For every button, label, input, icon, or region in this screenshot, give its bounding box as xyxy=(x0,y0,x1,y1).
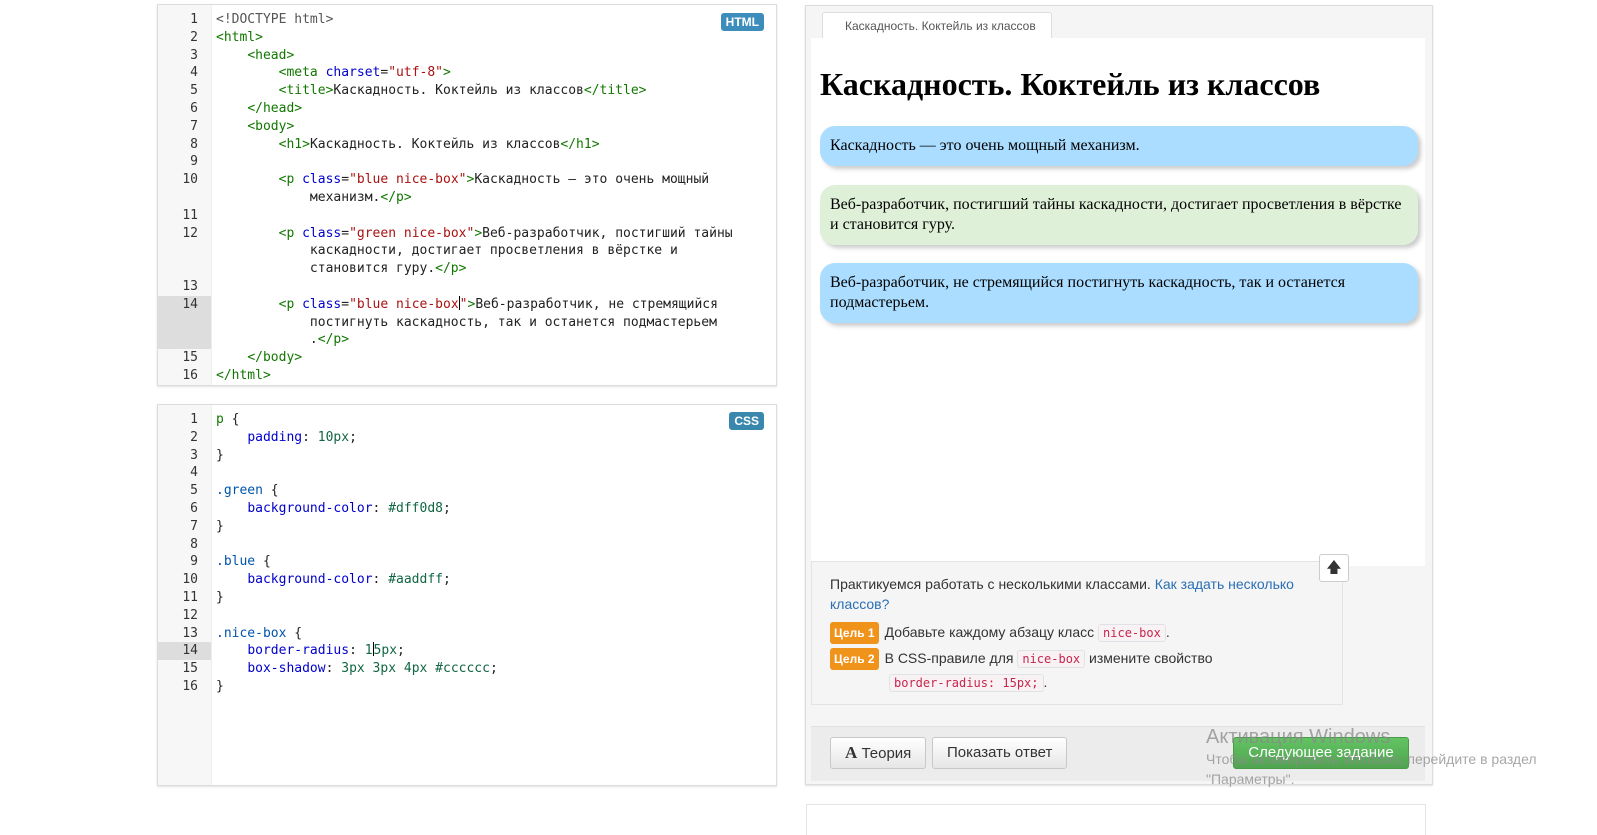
css-code[interactable]: 1p { 2 padding: 10px; 3} 4 5 .green { 6 b… xyxy=(158,411,776,696)
windows-activation-watermark: Активация Windows Чтобы активировать Win… xyxy=(1206,726,1537,787)
preview-tab[interactable]: Каскадность. Коктейль из классов xyxy=(822,12,1052,38)
css-code-editor[interactable]: CSS 1p { 2 padding: 10px; 3} 4 5 .green {… xyxy=(157,404,777,786)
theory-button[interactable]: A Теория xyxy=(830,737,927,769)
paragraph-blue-1: Каскадность — это очень мощный механизм. xyxy=(820,126,1418,166)
goal-2-label: Цель 2 xyxy=(830,648,879,670)
lower-panel xyxy=(806,804,1426,835)
preview-panel: Каскадность. Коктейль из классов Каскадн… xyxy=(805,5,1433,785)
html-code-editor[interactable]: HTML 1 <!DOCTYPE html> 2 <html> 3 <head> 4… xyxy=(157,4,777,386)
goal-2-code-selector: nice-box xyxy=(1017,650,1086,668)
task-intro: Практикуемся работать с несколькими клас… xyxy=(830,576,1294,612)
goal-1-code: nice-box xyxy=(1098,624,1166,642)
result-frame: Каскадность. Коктейль из классов Каскадн… xyxy=(811,38,1425,566)
goal-2-code-property: border-radius: 15px; xyxy=(889,674,1044,692)
font-icon: A xyxy=(845,743,858,762)
collapse-task-button[interactable]: 🡅 xyxy=(1319,554,1349,582)
html-code[interactable]: 1 <!DOCTYPE html> 2 <html> 3 <head> 4 <met… xyxy=(158,11,776,385)
goal-1: Цель 1 Добавьте каждому абзацу класс nice… xyxy=(830,622,1170,644)
goal-2: Цель 2В CSS-правиле для nice-box изменит… xyxy=(830,648,1290,693)
arrow-up-icon: 🡅 xyxy=(1326,559,1342,576)
paragraph-green: Веб-разработчик, постигший тайны каскадн… xyxy=(820,185,1418,245)
show-answer-button[interactable]: Показать ответ xyxy=(932,737,1068,769)
paragraph-blue-2: Веб-разработчик, не стремящийся постигну… xyxy=(820,263,1418,323)
page-title: Каскадность. Коктейль из классов xyxy=(820,66,1321,102)
goal-1-label: Цель 1 xyxy=(830,622,879,644)
task-panel: Практикуемся работать с несколькими клас… xyxy=(811,561,1343,705)
